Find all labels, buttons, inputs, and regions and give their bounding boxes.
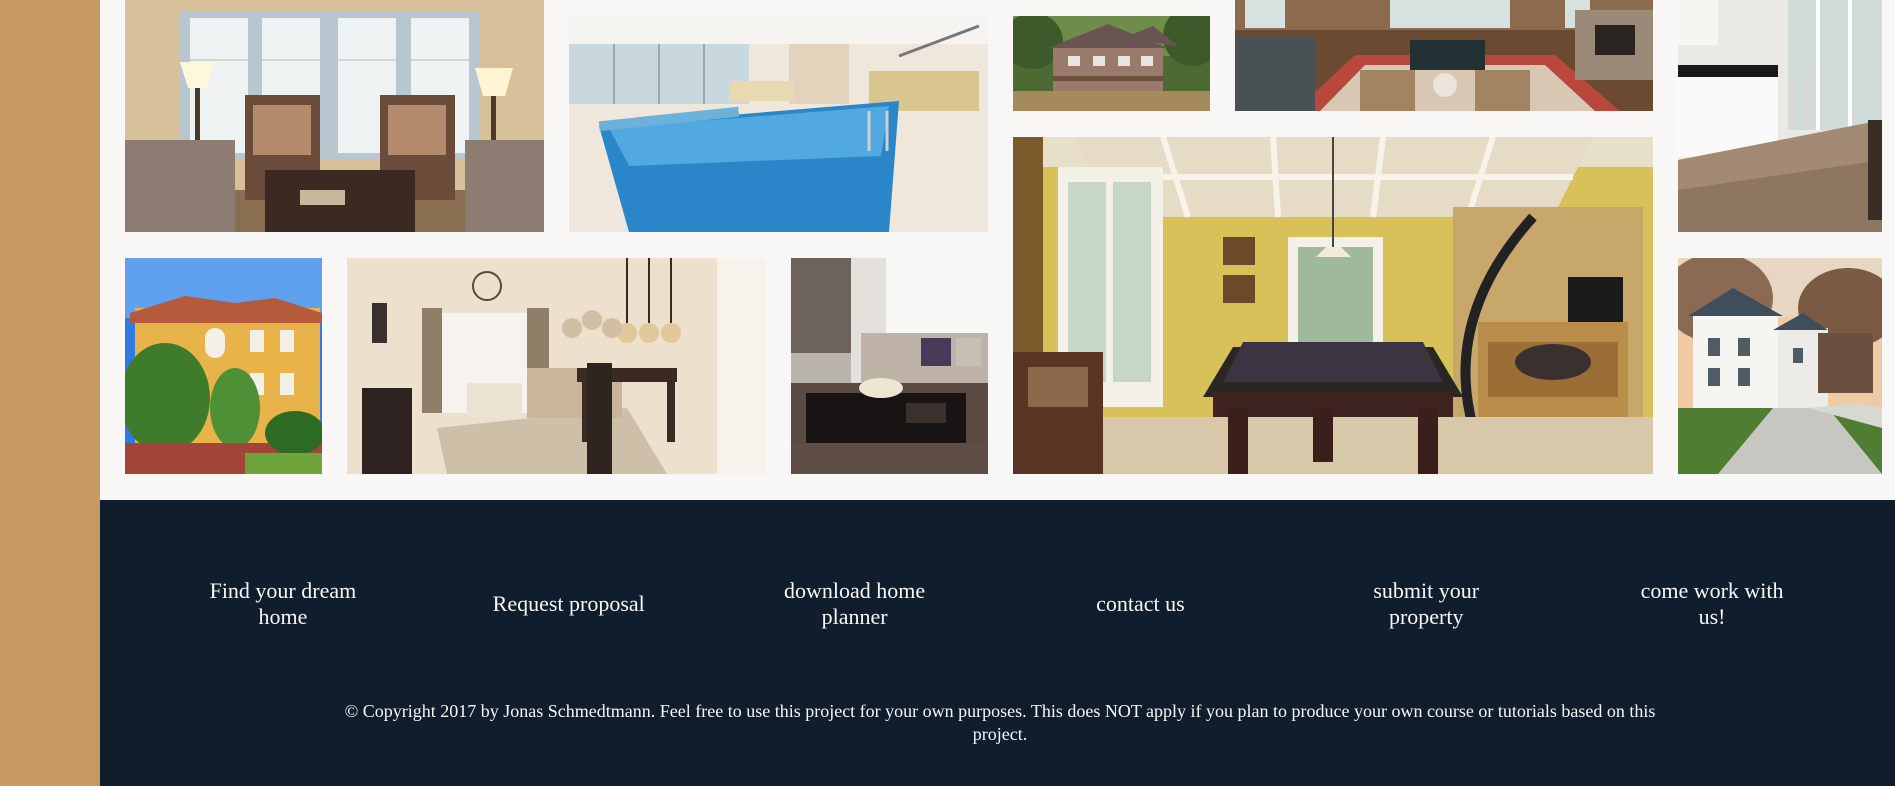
footer-link-work-with-us[interactable]: come work with us! [1630,578,1795,630]
footer-link-download-home-planner[interactable]: download home planner [772,578,937,630]
gallery [100,0,1895,500]
gallery-image-house-exterior[interactable] [1013,16,1210,111]
copyright-text: © Copyright 2017 by Jonas Schmedtmann. F… [344,701,1656,744]
footer-nav-item: Find your dream home [140,574,426,634]
gallery-image-white-house[interactable] [1678,258,1882,474]
footer-nav-item: contact us [997,574,1283,634]
gallery-image-billiard-room[interactable] [1013,137,1653,474]
footer-nav-item: come work with us! [1569,574,1855,634]
footer-link-contact-us[interactable]: contact us [1096,591,1185,617]
gallery-image-luxury-living-room[interactable] [1235,0,1653,111]
footer-nav-item: Request proposal [426,574,712,634]
footer-nav-item: submit your property [1283,574,1569,634]
footer-link-submit-property[interactable]: submit your property [1344,578,1509,630]
gallery-image-indoor-pool[interactable] [569,16,988,232]
gallery-image-modern-kitchen[interactable] [1678,0,1882,232]
footer-nav: Find your dream home Request proposal do… [140,574,1855,634]
gallery-image-lounge[interactable] [791,258,988,474]
footer: Find your dream home Request proposal do… [100,500,1895,786]
sidebar [0,0,100,786]
footer-link-request-proposal[interactable]: Request proposal [493,591,645,617]
gallery-image-living-room[interactable] [125,0,544,232]
gallery-image-dining-living-room[interactable] [347,258,766,474]
footer-nav-item: download home planner [712,574,998,634]
gallery-image-mediterranean-villa[interactable] [125,258,322,474]
footer-link-find-dream-home[interactable]: Find your dream home [200,578,365,630]
